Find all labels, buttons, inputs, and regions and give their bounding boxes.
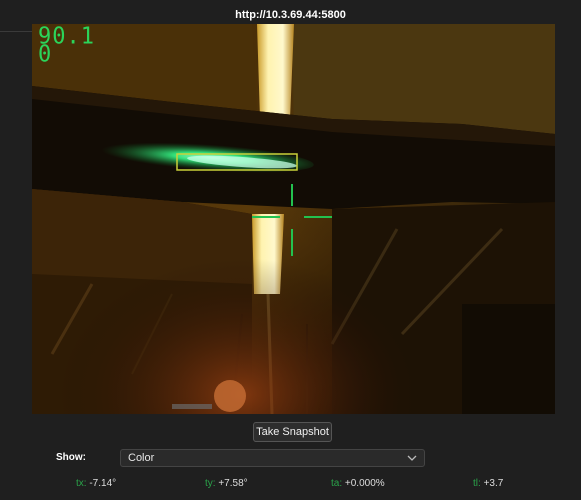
readout-ty: ty: +7.58° (205, 478, 248, 489)
readout-ta: ta: +0.000% (331, 478, 385, 489)
show-label: Show: (56, 452, 86, 463)
camera-stream: 90.1 0 (32, 24, 555, 414)
readout-value: +7.58° (218, 478, 248, 489)
osd-value-secondary: 0 (38, 41, 53, 68)
divider (0, 31, 36, 32)
readout-key: tl: (473, 478, 481, 489)
show-selected-value: Color (128, 452, 155, 464)
readout-tl: tl: +3.7 (473, 478, 503, 489)
show-select[interactable]: Color (120, 449, 425, 467)
readout-value: +3.7 (483, 478, 504, 489)
readout-tx: tx: -7.14° (76, 478, 116, 489)
readout-value: +0.000% (344, 478, 385, 489)
page-url: http://10.3.69.44:5800 (235, 9, 346, 21)
limelight-dashboard: http://10.3.69.44:5800 90.1 0 Take Snaps… (0, 0, 581, 500)
readout-value: -7.14° (89, 478, 117, 489)
chevron-down-icon (406, 451, 418, 469)
camera-frame (32, 24, 555, 414)
take-snapshot-button[interactable]: Take Snapshot (253, 422, 332, 442)
readout-key: tx: (76, 478, 87, 489)
readout-key: ty: (205, 478, 216, 489)
readout-key: ta: (331, 478, 343, 489)
